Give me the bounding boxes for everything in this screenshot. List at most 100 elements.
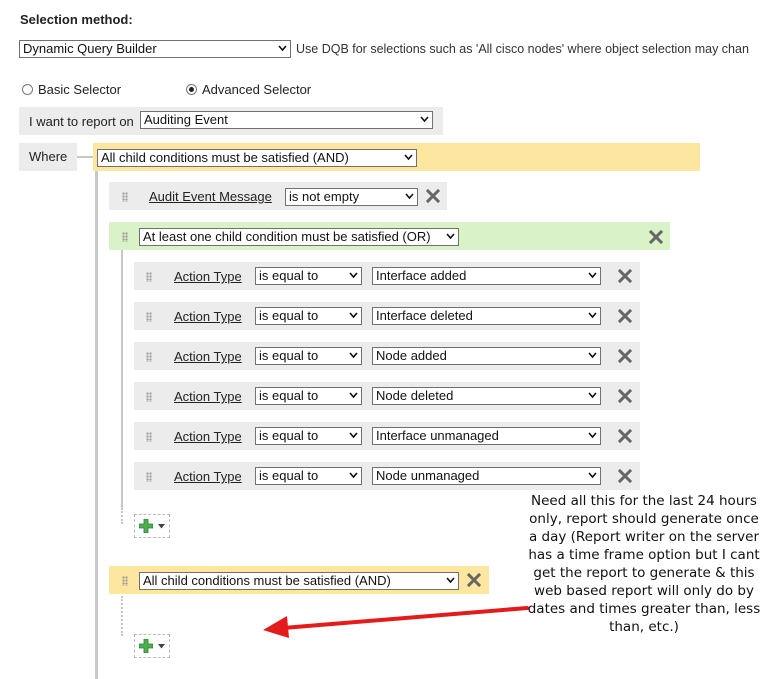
remove-condition-icon[interactable] [618, 469, 632, 483]
condition-value-select[interactable]: Node added [372, 347, 601, 365]
chevron-down-icon [349, 312, 358, 319]
chevron-down-icon [349, 472, 358, 479]
annotation-arrow [263, 606, 529, 638]
condition-row: Action Type is equal to Node unmanaged [134, 462, 640, 490]
basic-selector-radio[interactable] [22, 84, 33, 95]
selection-method-heading: Selection method: [20, 12, 133, 27]
remove-condition-icon[interactable] [618, 309, 632, 323]
chevron-down-icon [420, 116, 429, 123]
condition-value-select[interactable]: Interface added [372, 267, 601, 285]
where-label: Where [29, 149, 68, 164]
or-group-value: At least one child condition must be sat… [143, 229, 431, 244]
condition-value-select[interactable]: Interface unmanaged [372, 427, 601, 445]
chevron-down-icon [349, 352, 358, 359]
chevron-down-icon [446, 233, 455, 240]
drag-handle-icon[interactable] [146, 392, 152, 402]
remove-condition-icon[interactable] [618, 429, 632, 443]
condition-value-select[interactable]: Interface deleted [372, 307, 601, 325]
remove-condition-icon[interactable] [618, 349, 632, 363]
drag-handle-icon[interactable] [146, 272, 152, 282]
selection-method-hint: Use DQB for selections such as 'All cisc… [296, 42, 749, 56]
condition-operator-select[interactable]: is equal to [255, 267, 362, 285]
chevron-down-icon [588, 472, 597, 479]
condition-field-link[interactable]: Action Type [174, 309, 242, 324]
condition-field-link[interactable]: Action Type [174, 349, 242, 364]
chevron-down-icon [349, 272, 358, 279]
chevron-down-icon [404, 154, 413, 161]
report-on-value: Auditing Event [144, 112, 228, 127]
drag-handle-icon[interactable] [146, 352, 152, 362]
condition-field-link[interactable]: Action Type [174, 469, 242, 484]
condition-field-link[interactable]: Action Type [174, 269, 242, 284]
root-group-select[interactable]: All child conditions must be satisfied (… [97, 149, 417, 167]
condition-row: Action Type is equal to Node deleted [134, 382, 640, 410]
chevron-down-icon [405, 193, 414, 200]
condition-row: Action Type is equal to Interface deleted [134, 302, 640, 330]
drag-handle-icon[interactable] [146, 432, 152, 442]
condition-operator-select[interactable]: is not empty [285, 188, 418, 206]
caret-down-icon [158, 524, 165, 529]
advanced-selector-label[interactable]: Advanced Selector [202, 82, 311, 97]
drag-handle-icon[interactable] [146, 312, 152, 322]
condition-field-link[interactable]: Action Type [174, 389, 242, 404]
and-group-select[interactable]: All child conditions must be satisfied (… [139, 572, 459, 590]
add-condition-button[interactable] [134, 514, 170, 538]
add-condition-button[interactable] [134, 634, 170, 658]
condition-row: Action Type is equal to Interface unmanage… [134, 422, 640, 450]
chevron-down-icon [349, 432, 358, 439]
condition-row: Action Type is equal to Node added [134, 342, 640, 370]
chevron-down-icon [588, 392, 597, 399]
tree-line [121, 250, 123, 508]
report-on-label: I want to report on [29, 114, 134, 129]
condition-field-link[interactable]: Action Type [174, 429, 242, 444]
and-group-value: All child conditions must be satisfied (… [143, 573, 391, 588]
chevron-down-icon [446, 577, 455, 584]
condition-operator-select[interactable]: is equal to [255, 307, 362, 325]
condition-row: Action Type is equal to Interface added [134, 262, 640, 290]
plus-icon [139, 519, 153, 533]
condition-operator-select[interactable]: is equal to [255, 387, 362, 405]
condition-operator-value: is not empty [289, 189, 360, 204]
drag-handle-icon[interactable] [146, 472, 152, 482]
drag-handle-icon[interactable] [122, 232, 128, 242]
condition-operator-value: is equal to [259, 428, 319, 443]
condition-value-select[interactable]: Node unmanaged [372, 467, 601, 485]
chevron-down-icon [349, 392, 358, 399]
condition-operator-value: is equal to [259, 348, 319, 363]
selection-method-value: Dynamic Query Builder [23, 41, 157, 56]
chevron-down-icon [588, 272, 597, 279]
annotation-note: Need all this for the last 24 hours only… [527, 493, 761, 635]
chevron-down-icon [278, 45, 287, 52]
condition-value: Node added [376, 348, 447, 363]
report-on-select[interactable]: Auditing Event [140, 111, 433, 129]
drag-handle-icon[interactable] [122, 192, 128, 202]
chevron-down-icon [588, 352, 597, 359]
basic-selector-label[interactable]: Basic Selector [38, 82, 121, 97]
remove-condition-icon[interactable] [618, 269, 632, 283]
advanced-selector-radio[interactable] [186, 84, 197, 95]
condition-value: Interface deleted [376, 308, 473, 323]
connector-line [77, 156, 93, 158]
or-group-select[interactable]: At least one child condition must be sat… [139, 228, 459, 246]
tree-line [121, 508, 125, 524]
remove-condition-icon[interactable] [618, 389, 632, 403]
condition-operator-select[interactable]: is equal to [255, 347, 362, 365]
condition-field-link[interactable]: Audit Event Message [149, 189, 272, 204]
drag-handle-icon[interactable] [122, 576, 128, 586]
root-group-value: All child conditions must be satisfied (… [101, 150, 349, 165]
condition-value: Interface unmanaged [376, 428, 499, 443]
remove-condition-icon[interactable] [426, 189, 440, 203]
condition-operator-value: is equal to [259, 388, 319, 403]
selection-method-select[interactable]: Dynamic Query Builder [19, 40, 291, 58]
tree-line [95, 171, 98, 679]
plus-icon [139, 639, 153, 653]
condition-value-select[interactable]: Node deleted [372, 387, 601, 405]
condition-value: Node deleted [376, 388, 454, 403]
condition-value: Node unmanaged [376, 468, 480, 483]
condition-operator-select[interactable]: is equal to [255, 467, 362, 485]
remove-group-icon[interactable] [467, 573, 481, 587]
condition-operator-select[interactable]: is equal to [255, 427, 362, 445]
remove-group-icon[interactable] [649, 230, 663, 244]
condition-operator-value: is equal to [259, 268, 319, 283]
chevron-down-icon [588, 432, 597, 439]
